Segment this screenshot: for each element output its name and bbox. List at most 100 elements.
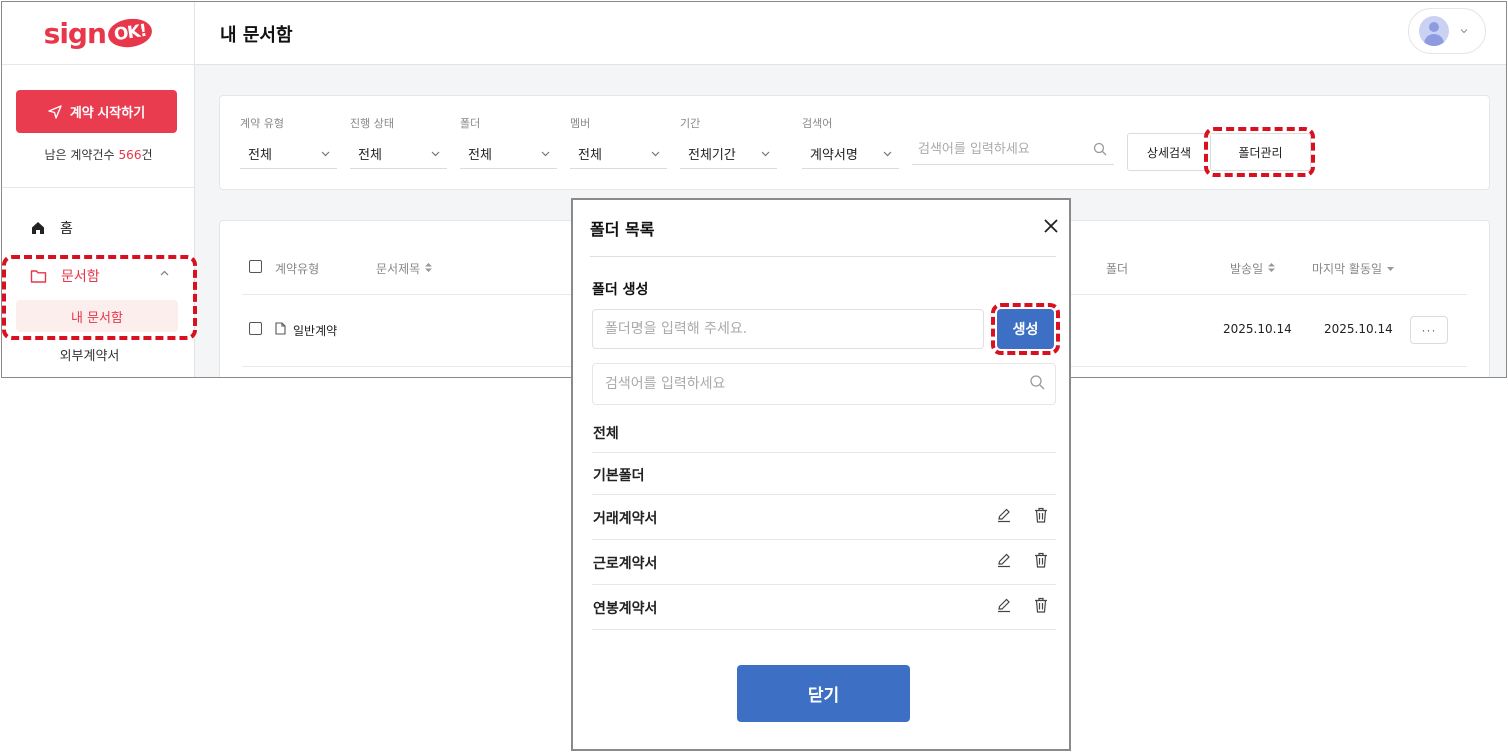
detail-search-button[interactable]: 상세검색	[1127, 133, 1211, 171]
filter-contract-type: 계약 유형 전체	[240, 115, 337, 169]
folder-name-input[interactable]	[592, 309, 984, 349]
column-header-last-activity[interactable]: 마지막 활동일	[1312, 260, 1395, 277]
home-icon	[32, 222, 44, 234]
folder-item-name: 기본폴더	[593, 468, 645, 484]
highlight-folder-manage	[1204, 127, 1315, 177]
search-icon[interactable]	[1029, 374, 1045, 390]
period-select[interactable]: 전체기간	[680, 139, 777, 169]
column-header-label: 발송일	[1230, 262, 1264, 276]
column-header-title[interactable]: 문서제목	[376, 260, 433, 277]
trash-icon[interactable]	[1031, 506, 1051, 526]
top-bar: 내 문서함	[195, 2, 1506, 65]
sidebar-divider	[2, 187, 195, 188]
highlight-documents-nav	[2, 255, 197, 340]
folder-item[interactable]: 연봉계약서	[592, 596, 1056, 630]
logo-ok-badge: OK!	[106, 16, 155, 50]
member-select[interactable]: 전체	[570, 139, 667, 169]
select-value: 전체	[578, 148, 602, 163]
folder-item-name: 근로계약서	[593, 556, 658, 572]
filter-label: 계약 유형	[240, 117, 284, 130]
folder-item-name: 전체	[593, 426, 619, 442]
select-value: 전체	[358, 148, 382, 163]
send-icon	[48, 104, 62, 119]
close-icon[interactable]	[1040, 215, 1062, 237]
sort-icon	[425, 263, 432, 272]
chevron-down-icon	[761, 151, 770, 157]
column-header-label: 문서제목	[376, 262, 421, 276]
edit-icon[interactable]	[994, 596, 1014, 616]
create-folder-label: 폴더 생성	[592, 282, 649, 298]
page-title: 내 문서함	[220, 25, 293, 46]
signok-logo[interactable]: sign OK!	[43, 16, 155, 50]
search-icon[interactable]	[1093, 142, 1107, 156]
folder-select[interactable]: 전체	[460, 139, 557, 169]
search-field-select[interactable]: 계약서명	[802, 139, 899, 169]
chevron-down-icon	[321, 151, 330, 157]
sidebar-item-home[interactable]: 홈	[30, 218, 73, 238]
filter-folder: 폴더 전체	[460, 115, 557, 169]
column-header-sent[interactable]: 발송일	[1230, 260, 1276, 277]
select-all-checkbox[interactable]	[249, 260, 262, 273]
trash-icon[interactable]	[1031, 551, 1051, 571]
row-sent-date: 2025.10.14	[1223, 322, 1292, 336]
remaining-unit: 건	[141, 148, 153, 162]
user-menu[interactable]	[1408, 8, 1486, 54]
folder-item[interactable]: 거래계약서	[592, 506, 1056, 540]
column-header-folder: 폴더	[1106, 262, 1129, 276]
avatar	[1419, 16, 1449, 46]
sort-icon	[1267, 263, 1275, 272]
folder-item[interactable]: 전체	[592, 423, 1056, 453]
folder-item[interactable]: 기본폴더	[592, 465, 1056, 495]
filter-member: 멤버 전체	[570, 115, 667, 169]
filter-progress: 진행 상태 전체	[350, 115, 447, 169]
filter-label: 폴더	[460, 117, 481, 130]
search-input[interactable]	[912, 135, 1114, 165]
row-checkbox[interactable]	[249, 322, 262, 335]
sort-down-icon	[1386, 267, 1394, 271]
logo-area: sign OK!	[2, 2, 194, 65]
filter-period: 기간 전체기간	[680, 115, 777, 169]
filter-label: 진행 상태	[350, 117, 394, 130]
remaining-count: 566	[118, 148, 142, 162]
edit-icon[interactable]	[994, 551, 1014, 571]
trash-icon[interactable]	[1031, 596, 1051, 616]
filter-label: 기간	[680, 117, 701, 130]
select-value: 전체	[468, 148, 492, 163]
modal-title: 폴더 목록	[590, 220, 655, 239]
select-value: 계약서명	[810, 148, 858, 163]
folder-item-name: 연봉계약서	[593, 601, 658, 617]
chevron-down-icon	[541, 151, 550, 157]
sidebar-subitem-external-contracts[interactable]: 외부계약서	[2, 345, 177, 364]
contract-type-select[interactable]: 전체	[240, 139, 337, 169]
highlight-create-button	[991, 303, 1060, 355]
close-button[interactable]: 닫기	[737, 665, 910, 722]
chevron-down-icon	[1460, 29, 1468, 34]
filter-label: 멤버	[570, 117, 591, 130]
folder-list-modal: 폴더 목록 폴더 생성 생성 전체 기본폴더 거래계약서 근로계약서 연봉계약서…	[571, 198, 1071, 751]
row-type: 일반계약	[293, 324, 338, 338]
filter-label: 검색어	[802, 117, 833, 130]
sidebar-item-label: 홈	[60, 221, 73, 237]
start-contract-button[interactable]: 계약 시작하기	[16, 90, 177, 133]
select-value: 전체기간	[688, 148, 736, 163]
folder-item-name: 거래계약서	[593, 511, 658, 527]
chevron-down-icon	[431, 151, 440, 157]
start-contract-label: 계약 시작하기	[69, 105, 146, 120]
select-value: 전체	[248, 148, 272, 163]
column-header-type: 계약유형	[275, 262, 320, 276]
chevron-down-icon	[651, 151, 660, 157]
filter-search-field: 검색어 계약서명	[802, 115, 899, 169]
progress-select[interactable]: 전체	[350, 139, 447, 169]
logo-text: sign	[43, 16, 107, 50]
edit-icon[interactable]	[994, 506, 1014, 526]
folder-item[interactable]: 근로계약서	[592, 551, 1056, 585]
row-last-activity: 2025.10.14	[1324, 322, 1393, 336]
chevron-down-icon	[883, 151, 892, 157]
filter-panel: 계약 유형 전체 진행 상태 전체 폴더 전체 멤버 전체 기간 전체기간 검색…	[219, 95, 1490, 190]
column-header-label: 마지막 활동일	[1312, 262, 1383, 276]
folder-search-input[interactable]	[592, 363, 1056, 405]
modal-divider	[590, 256, 1056, 257]
remaining-label: 남은 계약건수	[44, 148, 115, 162]
sidebar: sign OK! 계약 시작하기 남은 계약건수 566건 홈 문서함 내 문서함 …	[2, 2, 197, 377]
row-more-button[interactable]: ···	[1410, 316, 1448, 344]
